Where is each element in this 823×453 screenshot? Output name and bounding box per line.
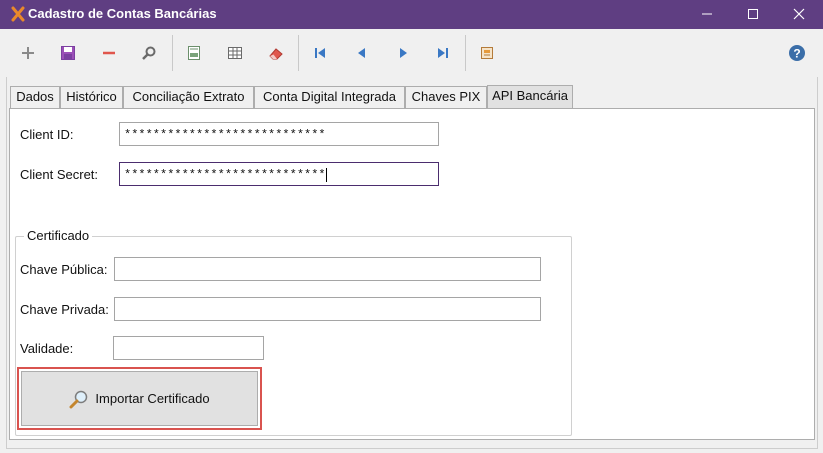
client-id-field[interactable]: **************************** [119, 122, 439, 146]
save-icon [61, 46, 75, 60]
private-key-label: Chave Privada: [20, 302, 109, 317]
export-button[interactable] [473, 37, 501, 69]
close-button[interactable] [776, 0, 822, 29]
grid-icon [228, 47, 242, 59]
first-record-button[interactable] [306, 37, 334, 69]
search-button[interactable] [135, 37, 163, 69]
tab-conciliacao-extrato[interactable]: Conciliação Extrato [123, 86, 254, 108]
minimize-button[interactable] [684, 0, 730, 29]
next-record-button[interactable] [389, 37, 417, 69]
help-icon: ? [789, 45, 805, 61]
help-button[interactable]: ? [783, 37, 811, 69]
window-title: Cadastro de Contas Bancárias [28, 6, 217, 21]
public-key-field[interactable] [114, 257, 541, 281]
toolbar: ? [0, 29, 823, 77]
minimize-icon [702, 13, 712, 15]
tab-api-bancaria[interactable]: API Bancária [487, 85, 573, 108]
last-record-icon [438, 48, 448, 58]
eraser-icon [269, 48, 283, 60]
validity-label: Validade: [20, 341, 74, 356]
delete-icon [103, 51, 115, 55]
private-key-field[interactable] [114, 297, 541, 321]
client-id-label: Client ID: [20, 127, 74, 142]
previous-record-icon [358, 48, 365, 58]
client-secret-label: Client Secret: [20, 167, 99, 182]
delete-button[interactable] [95, 37, 123, 69]
client-secret-value: **************************** [124, 168, 326, 183]
tab-dados[interactable]: Dados [10, 86, 60, 108]
toolbar-separator [465, 35, 466, 71]
previous-record-button[interactable] [348, 37, 376, 69]
eraser-button[interactable] [262, 37, 290, 69]
search-icon [142, 46, 156, 60]
maximize-icon [748, 9, 758, 19]
maximize-button[interactable] [730, 0, 776, 29]
grid-button[interactable] [221, 37, 249, 69]
validity-field[interactable] [113, 336, 264, 360]
import-certificate-label: Importar Certificado [95, 391, 210, 406]
tab-historico[interactable]: Histórico [60, 86, 123, 108]
svg-text:?: ? [793, 47, 800, 61]
text-caret [325, 168, 327, 182]
export-icon [481, 47, 493, 59]
certificado-group-title: Certificado [24, 228, 93, 243]
report-button[interactable] [180, 37, 208, 69]
import-certificate-button[interactable]: Importar Certificado [21, 371, 258, 426]
tab-conta-digital-integrada[interactable]: Conta Digital Integrada [254, 86, 405, 108]
add-icon [22, 47, 34, 59]
public-key-label: Chave Pública: [20, 262, 108, 277]
magnifier-icon [69, 389, 89, 409]
last-record-button[interactable] [429, 37, 457, 69]
save-button[interactable] [54, 37, 82, 69]
add-button[interactable] [14, 37, 42, 69]
close-icon [793, 8, 805, 20]
first-record-icon [315, 48, 325, 58]
toolbar-separator [298, 35, 299, 71]
title-bar: Cadastro de Contas Bancárias [0, 0, 823, 29]
client-id-value: **************************** [124, 128, 326, 142]
next-record-icon [400, 48, 407, 58]
report-icon [188, 46, 200, 60]
client-secret-field[interactable]: **************************** [119, 162, 439, 186]
tab-chaves-pix[interactable]: Chaves PIX [405, 86, 487, 108]
app-logo-icon [11, 6, 25, 22]
toolbar-separator [172, 35, 173, 71]
